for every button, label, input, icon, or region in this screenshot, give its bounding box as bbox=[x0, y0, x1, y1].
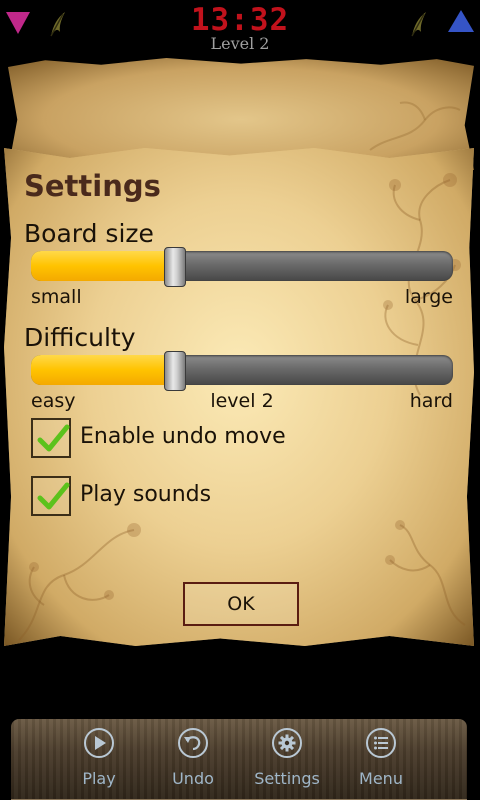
slider-fill bbox=[31, 251, 175, 281]
triangle-up-icon[interactable] bbox=[448, 10, 474, 32]
bottom-toolbar: Play Undo Settings Menu bbox=[11, 719, 467, 800]
difficulty-max-label: hard bbox=[409, 390, 453, 412]
board-size-min-label: small bbox=[31, 286, 82, 308]
toolbar-settings-button[interactable]: Settings bbox=[242, 719, 332, 800]
toolbar-menu-button[interactable]: Menu bbox=[336, 719, 426, 800]
toolbar-undo-button[interactable]: Undo bbox=[148, 719, 238, 800]
gear-icon bbox=[272, 728, 302, 758]
slider-thumb[interactable] bbox=[164, 247, 187, 287]
settings-title: Settings bbox=[24, 169, 161, 203]
difficulty-slider[interactable] bbox=[31, 351, 453, 391]
board-size-label: Board size bbox=[24, 219, 154, 248]
checkmark-icon bbox=[37, 424, 70, 452]
board-size-slider[interactable] bbox=[31, 247, 453, 287]
toolbar-settings-label: Settings bbox=[254, 769, 320, 788]
slider-fill bbox=[31, 355, 175, 385]
play-sounds-label[interactable]: Play sounds bbox=[80, 481, 211, 509]
play-sounds-checkbox[interactable] bbox=[31, 476, 71, 516]
parchment-header bbox=[8, 58, 474, 170]
board-size-max-label: large bbox=[404, 286, 453, 308]
leaf-icon bbox=[411, 12, 426, 37]
toolbar-undo-label: Undo bbox=[172, 769, 214, 788]
slider-track[interactable] bbox=[31, 251, 453, 281]
menu-icon bbox=[366, 728, 396, 758]
undo-icon bbox=[178, 728, 208, 758]
toolbar-menu-label: Menu bbox=[359, 769, 403, 788]
toolbar-play-label: Play bbox=[82, 769, 116, 788]
difficulty-current-label: level 2 bbox=[210, 390, 274, 412]
slider-thumb[interactable] bbox=[164, 351, 187, 391]
checkmark-icon bbox=[37, 482, 70, 510]
enable-undo-label[interactable]: Enable undo move bbox=[80, 423, 286, 451]
status-bar: 13:32 Level 2 bbox=[0, 0, 480, 56]
slider-track[interactable] bbox=[31, 355, 453, 385]
play-icon bbox=[84, 728, 114, 758]
ok-button[interactable]: OK bbox=[183, 582, 299, 626]
difficulty-label: Difficulty bbox=[24, 323, 136, 352]
toolbar-play-button[interactable]: Play bbox=[54, 719, 144, 800]
enable-undo-checkbox[interactable] bbox=[31, 418, 71, 458]
